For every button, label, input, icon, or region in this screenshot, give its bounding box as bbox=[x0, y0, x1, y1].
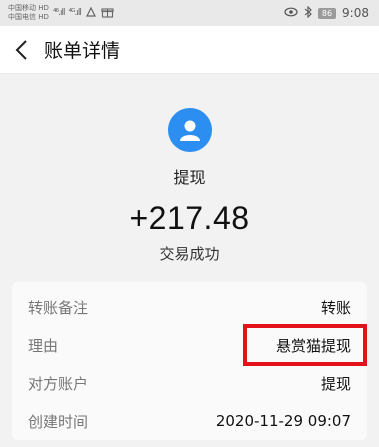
bluetooth-icon bbox=[304, 5, 312, 21]
gift-icon bbox=[101, 6, 114, 21]
signal-1-icon: ⁴⁶.ıll bbox=[52, 8, 66, 18]
user-avatar-icon bbox=[167, 108, 212, 152]
highlight-annotation bbox=[243, 324, 367, 366]
carrier-2: 中国电信 HD bbox=[8, 13, 49, 21]
status-right: 86 9:08 bbox=[284, 5, 369, 21]
reason-label: 理由 bbox=[28, 336, 59, 355]
battery-icon: 86 bbox=[317, 7, 337, 19]
counterparty-value: 提现 bbox=[320, 374, 351, 393]
header-bar: 账单详情 bbox=[0, 26, 379, 74]
eye-icon bbox=[284, 6, 298, 20]
transaction-status: 交易成功 bbox=[159, 245, 220, 263]
clock: 9:08 bbox=[342, 6, 369, 20]
signal-2-icon: ⁴ᴳ.ıll bbox=[68, 8, 81, 18]
detail-row-remark: 转账备注 转账 bbox=[28, 288, 351, 326]
created-time-label: 创建时间 bbox=[28, 412, 89, 431]
carrier-1: 中国移动 HD bbox=[8, 4, 49, 12]
remark-value: 转账 bbox=[320, 298, 351, 317]
transaction-type: 提现 bbox=[173, 168, 206, 187]
remark-label: 转账备注 bbox=[28, 298, 89, 317]
page-title: 账单详情 bbox=[44, 40, 121, 62]
transaction-summary: 提现 +217.48 交易成功 bbox=[0, 74, 379, 264]
notification-icon bbox=[85, 6, 97, 21]
counterparty-label: 对方账户 bbox=[28, 374, 89, 393]
created-time-value: 2020-11-29 09:07 bbox=[215, 412, 351, 430]
carrier-labels: 中国移动 HD 中国电信 HD bbox=[8, 4, 49, 22]
status-bar: 中国移动 HD 中国电信 HD ⁴⁶.ıll ⁴ᴳ.ıll 86 9:08 bbox=[0, 0, 379, 26]
detail-row-created-time: 创建时间 2020-11-29 09:07 bbox=[28, 402, 351, 440]
status-left: 中国移动 HD 中国电信 HD ⁴⁶.ıll ⁴ᴳ.ıll bbox=[8, 4, 114, 22]
transaction-amount: +217.48 bbox=[129, 200, 250, 236]
back-icon[interactable] bbox=[0, 26, 44, 74]
detail-row-counterparty: 对方账户 提现 bbox=[28, 364, 351, 402]
